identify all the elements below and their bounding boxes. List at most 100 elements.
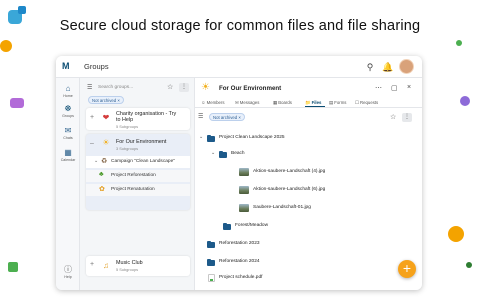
bell-icon[interactable]: 🔔 (382, 61, 394, 73)
detail-tabs: ☺Members ✉Messages ▦Boards 📁Files ▤Forms… (195, 98, 422, 108)
files-filter-chip[interactable]: Not archived × (209, 113, 245, 121)
filter-icon[interactable]: ☰ (87, 84, 92, 91)
subgroup-name: Project Renaturation (111, 187, 155, 192)
tree-folder-row[interactable]: Reforestation 2023 (195, 238, 422, 250)
tree-folder-row[interactable]: ⌄ Beach (195, 148, 422, 160)
folder-icon (207, 240, 215, 248)
pdf-file-icon (208, 274, 215, 282)
tab-label: Requests (360, 100, 379, 105)
tab-requests[interactable]: ☐Requests (355, 100, 378, 106)
tree-file-row[interactable]: Aktion-saubere-Landschaft (4).jpg (195, 166, 422, 178)
filter-chip[interactable]: Not archived × (88, 96, 124, 104)
group-card[interactable]: + ♫ Music Club 5 Subgroups (86, 256, 190, 276)
avatar[interactable] (399, 59, 414, 74)
tab-label: Forms (334, 100, 347, 105)
group-name: For Our Environment (116, 139, 167, 145)
tree-folder-row[interactable]: Forest/Meadow (195, 220, 422, 232)
filter-chip-label: Not archived (92, 98, 117, 103)
nav-groups[interactable]: ☸ Groups (56, 104, 80, 118)
folder-name: Reforestation 2023 (219, 241, 260, 246)
promo-headline: Secure cloud storage for common files an… (59, 18, 421, 34)
sun-icon: ☀ (102, 138, 110, 147)
chevron-down-icon[interactable]: ⌄ (211, 150, 215, 156)
subgroup-row[interactable]: ⌄ ♻ Campaign "Clean Landscape" (86, 156, 190, 168)
tab-forms[interactable]: ▤Forms (329, 100, 346, 106)
tab-label: Members (206, 100, 225, 105)
app-logo[interactable]: M (62, 61, 76, 73)
chevron-down-icon[interactable]: ⌄ (94, 158, 98, 164)
tab-label: Boards (278, 100, 292, 105)
maximize-icon[interactable]: ▢ (391, 84, 398, 92)
group-name: to Help (116, 117, 134, 123)
decorative-shape (460, 96, 470, 106)
nav-calendar-label: Calendar (60, 158, 76, 162)
groups-search-input[interactable]: Search groups... (98, 85, 133, 90)
collapse-icon[interactable]: – (90, 140, 94, 147)
more-button[interactable]: ⋮ (179, 83, 189, 92)
folder-icon (223, 222, 231, 230)
file-name: Aktion-saubere-Landschaft (6).jpg (253, 187, 326, 192)
decorative-shape (456, 40, 462, 46)
chevron-down-icon[interactable]: ⌄ (199, 134, 203, 140)
guitar-icon: ♫ (103, 261, 109, 270)
nav-help-label: Help (64, 275, 72, 279)
subgroup-row[interactable]: ♣ Project Reforestation (86, 170, 190, 182)
flower-icon: ✿ (99, 186, 105, 193)
nav-chats[interactable]: ✉ Chats (56, 126, 80, 140)
chat-icon: ✉ (64, 126, 72, 135)
folder-name: Beach (231, 151, 245, 156)
group-subcount: 3 Subgroups (116, 146, 139, 151)
decorative-shape (0, 40, 12, 52)
promo-stage: Secure cloud storage for common files an… (0, 0, 480, 300)
group-subcount: 5 Subgroups (116, 267, 139, 272)
decorative-shape (10, 98, 24, 108)
calendar-icon: ▦ (64, 148, 72, 157)
group-detail-panel: ☀ For Our Environment ⋯ ▢ × ☺Members ✉Me… (194, 78, 422, 290)
nav-calendar[interactable]: ▦ Calendar (56, 148, 80, 162)
heart-icon: ❤ (102, 113, 110, 122)
nav-help[interactable]: ⓘ Help (56, 264, 80, 279)
groups-icon: ☸ (64, 104, 72, 113)
star-icon[interactable]: ☆ (167, 83, 173, 91)
search-icon[interactable]: ⚲ (364, 61, 376, 73)
decorative-shape (466, 262, 472, 268)
groups-panel: ☰ Search groups... ☆ ⋮ Not archived × + … (84, 82, 192, 290)
nav-rail: ⌂ Home ☸ Groups ✉ Chats ▦ Calendar ⓘ Hel… (56, 78, 80, 290)
nav-home[interactable]: ⌂ Home (56, 84, 80, 98)
tree-file-row[interactable]: Project schedule.pdf (195, 272, 422, 284)
tree-file-row[interactable]: Aktion-saubere-Landschaft (6).jpg (195, 184, 422, 196)
add-button[interactable]: + (398, 260, 416, 278)
decorative-shape (18, 6, 26, 14)
tree-folder-row[interactable]: ⌄ Project Clean Landscape 2025 (195, 132, 422, 144)
image-thumbnail (239, 186, 249, 194)
image-thumbnail (239, 204, 249, 212)
close-icon[interactable]: × (407, 84, 411, 91)
tab-messages[interactable]: ✉Messages (235, 100, 259, 106)
star-icon[interactable]: ☆ (390, 113, 396, 121)
group-name: Music Club (116, 260, 143, 266)
filter-chip-label: Not archived (213, 115, 238, 120)
filter-icon[interactable]: ☰ (198, 113, 203, 120)
active-tab-indicator (305, 106, 325, 107)
tab-label: Messages (239, 100, 260, 105)
folder-icon (207, 258, 215, 266)
folder-icon (207, 134, 215, 142)
tree-folder-row[interactable]: Reforestation 2024 (195, 256, 422, 268)
nav-chats-label: Chats (63, 136, 73, 140)
expand-icon[interactable]: + (90, 114, 94, 121)
tree-file-row[interactable]: Saubere-Landschaft-01.jpg (195, 202, 422, 214)
tab-boards[interactable]: ▦Boards (273, 100, 292, 106)
tab-members[interactable]: ☺Members (201, 100, 225, 105)
folder-name: Project Clean Landscape 2025 (219, 135, 285, 140)
file-name: Aktion-saubere-Landschaft (4).jpg (253, 169, 326, 174)
expand-icon[interactable]: + (90, 261, 94, 268)
more-options-icon[interactable]: ⋯ (375, 84, 382, 92)
group-card[interactable]: + ❤ Charity organisation - Try to Help 5… (86, 108, 190, 130)
group-subcount: 5 Subgroups (116, 124, 139, 129)
trash-bag-icon: ♻ (101, 158, 108, 165)
more-button[interactable]: ⋮ (402, 113, 412, 122)
nav-groups-label: Groups (62, 114, 74, 118)
folder-name: Forest/Meadow (235, 223, 269, 228)
subgroup-row[interactable]: ✿ Project Renaturation (86, 184, 190, 196)
decorative-shape (8, 262, 18, 272)
